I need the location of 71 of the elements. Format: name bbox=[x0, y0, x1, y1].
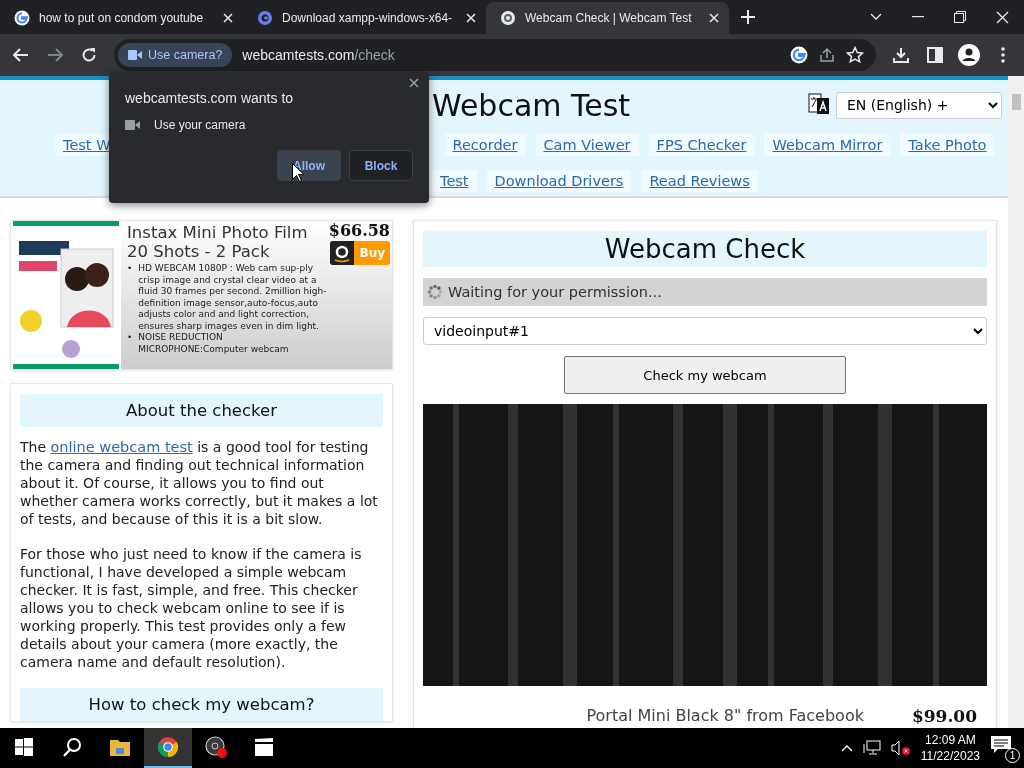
swirl-icon bbox=[257, 10, 273, 26]
popup-title: webcamtests.com wants to bbox=[125, 90, 295, 106]
feature-text: NOISE REDUCTION MICROPHONE:Computer webcam bbox=[138, 332, 290, 355]
restore-icon[interactable] bbox=[954, 11, 966, 23]
clock-time[interactable]: 12:09 AM bbox=[925, 732, 976, 748]
bullet-mark: • bbox=[127, 263, 133, 275]
nav-link[interactable]: Download Drivers bbox=[486, 170, 632, 192]
address-text[interactable]: webcamtests.com/check bbox=[242, 47, 780, 63]
close-icon[interactable] bbox=[409, 78, 419, 88]
google-icon bbox=[14, 10, 30, 26]
camera-icon bbox=[128, 50, 142, 60]
scrollbar[interactable] bbox=[1008, 76, 1024, 728]
language-select[interactable]: EN (English) + bbox=[836, 91, 1002, 119]
product-ad[interactable] bbox=[10, 220, 393, 370]
reload-icon[interactable] bbox=[81, 47, 97, 63]
download-icon[interactable] bbox=[893, 47, 909, 63]
nav-link[interactable]: Webcam Mirror bbox=[764, 134, 891, 156]
spinner-icon bbox=[427, 284, 443, 300]
clock-date[interactable]: 11/22/2023 bbox=[920, 748, 980, 764]
check-webcam-button[interactable]: Check my webcam bbox=[564, 356, 846, 394]
popup-button[interactable]: Block bbox=[349, 150, 413, 181]
nav-link[interactable]: Test bbox=[432, 170, 477, 192]
text-link[interactable]: online webcam test bbox=[50, 439, 193, 455]
new-tab-icon[interactable] bbox=[741, 10, 755, 24]
browser-tab[interactable]: Webcam Check | Webcam Test bbox=[486, 2, 729, 34]
profile-icon[interactable] bbox=[958, 44, 980, 66]
recorder-icon bbox=[205, 736, 227, 758]
permission-chip[interactable]: Use camera? bbox=[118, 43, 233, 67]
forward-icon[interactable] bbox=[47, 48, 63, 62]
network-icon[interactable] bbox=[862, 740, 881, 756]
side-panel-icon[interactable] bbox=[927, 47, 943, 63]
windows-icon bbox=[15, 738, 33, 756]
back-icon[interactable] bbox=[13, 48, 29, 62]
ad-title[interactable]: Portal Mini Black 8" from Facebook bbox=[586, 706, 864, 726]
menu-icon[interactable] bbox=[1001, 47, 1005, 63]
chrome-icon bbox=[157, 737, 179, 757]
nav-link[interactable]: Take Photo bbox=[900, 134, 995, 156]
browser-tab[interactable]: how to put on condom youtube bbox=[0, 2, 243, 34]
folder-icon bbox=[110, 740, 130, 756]
paragraph: The online webcam test is a good tool for testing the camera and finding out technical information about it. Of course, it allows you to find out whether camera works correctly, but it makes a lot of tests, and because of this it is a bit slow. bbox=[20, 438, 379, 528]
paragraph: For those who just need to know if the camera is functional, I have developed a simple webcam checker. It is fast, simple, and free. This checker allows you to check webcam online to see if is working properly. This test provides only a few details about your camera (more exactly, the camera name and default resolution). bbox=[20, 545, 363, 671]
nav-link[interactable]: Read Reviews bbox=[641, 170, 758, 192]
muted-speaker-icon[interactable] bbox=[890, 740, 911, 756]
browser-tab[interactable]: Download xampp-windows-x64- bbox=[243, 2, 486, 34]
nav-link[interactable]: FPS Checker bbox=[648, 134, 755, 156]
chevron-up-icon[interactable] bbox=[840, 744, 853, 752]
webcam-icon bbox=[500, 10, 516, 26]
nav-link[interactable]: Cam Viewer bbox=[535, 134, 639, 156]
camera-icon bbox=[125, 120, 140, 130]
google-icon[interactable] bbox=[790, 46, 808, 64]
price: $99.00 bbox=[911, 706, 977, 726]
section-heading: About the checker bbox=[20, 394, 383, 427]
clapper-icon bbox=[255, 738, 273, 756]
translate-icon[interactable] bbox=[808, 93, 830, 117]
chevron-down-icon[interactable] bbox=[870, 13, 882, 21]
search-icon bbox=[63, 738, 81, 757]
device-select[interactable]: videoinput#1 bbox=[423, 317, 987, 345]
nav-link[interactable]: Recorder bbox=[444, 134, 526, 156]
bullet-mark: • bbox=[127, 332, 133, 344]
share-icon[interactable] bbox=[818, 46, 836, 64]
taskbar-button[interactable] bbox=[144, 728, 192, 768]
section-heading: Webcam Check bbox=[423, 231, 987, 267]
star-icon[interactable] bbox=[846, 46, 864, 64]
status-text: Waiting for your permission... bbox=[448, 284, 662, 300]
site-title: Webcam Test bbox=[432, 87, 631, 123]
minimize-icon[interactable] bbox=[912, 16, 924, 18]
feature-text: HD WEBCAM 1080P : Web cam sup-ply crisp image and crystal clear video at a fluid 30 frames per second. 2million high-definition image sensor,auto-focus,auto adjusts color and and light correction, ensures sharp images even in dim light. bbox=[138, 263, 328, 332]
price: $66.58 bbox=[328, 221, 390, 240]
ad-title[interactable]: Instax Mini Photo Film 20 Shots - 2 Pack bbox=[127, 223, 327, 261]
section-heading: How to check my webcam? bbox=[20, 688, 383, 721]
permission-text: Use your camera bbox=[154, 118, 246, 132]
